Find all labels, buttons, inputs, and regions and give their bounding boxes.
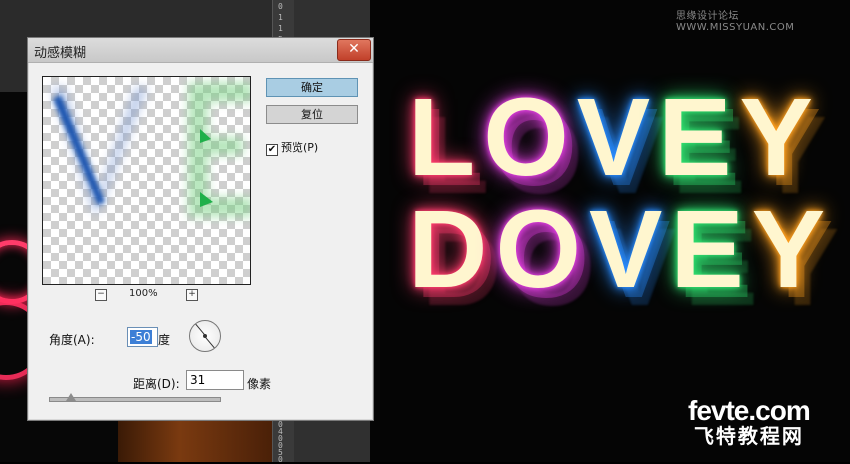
zoom-in-button[interactable]: + xyxy=(186,289,198,301)
preview-checkbox[interactable]: ✔ 预览(P) xyxy=(266,139,318,156)
checkbox-icon[interactable]: ✔ xyxy=(266,144,278,156)
distance-input[interactable]: 31 xyxy=(186,370,244,390)
watermark-logo: fevte.com 飞特教程网 xyxy=(688,395,811,449)
neon-text-line-2: DOVEY xyxy=(408,188,834,311)
neon-letter: O xyxy=(483,76,577,199)
distance-unit: 像素 xyxy=(247,377,272,391)
zoom-level: 100% xyxy=(129,288,158,299)
neon-letter: Y xyxy=(751,188,834,311)
dialog-title: 动感模糊 xyxy=(34,46,87,61)
angle-unit: 度 xyxy=(158,333,171,347)
watermark-sub-text: 飞特教程网 xyxy=(693,424,804,448)
distance-label: 距离(D): xyxy=(133,377,180,391)
neon-letter: Y xyxy=(739,76,821,199)
watermark-top: 思缘设计论坛 WWW.MISSYUAN.COM xyxy=(676,11,795,33)
neon-text-line-1: LOVEY xyxy=(408,76,821,199)
neon-letter: O xyxy=(495,188,590,311)
close-icon: ✕ xyxy=(348,41,360,57)
preview-label: 预览(P) xyxy=(281,141,319,154)
preview-blur-image xyxy=(51,82,250,217)
motion-blur-dialog: 动感模糊 ✕ − 100% + 确定 复位 ✔ 预览(P) 角度(A): -50… xyxy=(27,37,374,421)
dialog-titlebar[interactable]: 动感模糊 ✕ xyxy=(28,38,373,63)
neon-letter: E xyxy=(670,188,752,311)
neon-letter: E xyxy=(658,76,740,199)
neon-letter: V xyxy=(589,188,671,311)
zoom-out-button[interactable]: − xyxy=(95,289,107,301)
angle-value: -50 xyxy=(130,330,152,344)
close-button[interactable]: ✕ xyxy=(337,39,371,61)
ruler-digit: 1 xyxy=(278,13,283,22)
wood-texture xyxy=(118,420,272,462)
angle-dial[interactable] xyxy=(189,320,221,352)
watermark-logo-text: fevte.com xyxy=(688,395,811,426)
angle-label: 角度(A): xyxy=(49,333,95,347)
ok-button[interactable]: 确定 xyxy=(266,78,358,97)
distance-slider-thumb[interactable] xyxy=(66,393,77,401)
neon-letter: D xyxy=(408,188,496,311)
neon-letter: V xyxy=(576,76,659,199)
ruler-digit: 1 xyxy=(278,24,283,33)
reset-button[interactable]: 复位 xyxy=(266,105,358,124)
ruler-digit: 0 xyxy=(278,2,283,11)
ruler-digit: 0 xyxy=(278,455,283,464)
neon-letter: L xyxy=(408,76,484,199)
filter-preview[interactable] xyxy=(42,76,251,285)
angle-dial-hub xyxy=(203,334,207,338)
angle-input[interactable]: -50 xyxy=(127,327,158,347)
